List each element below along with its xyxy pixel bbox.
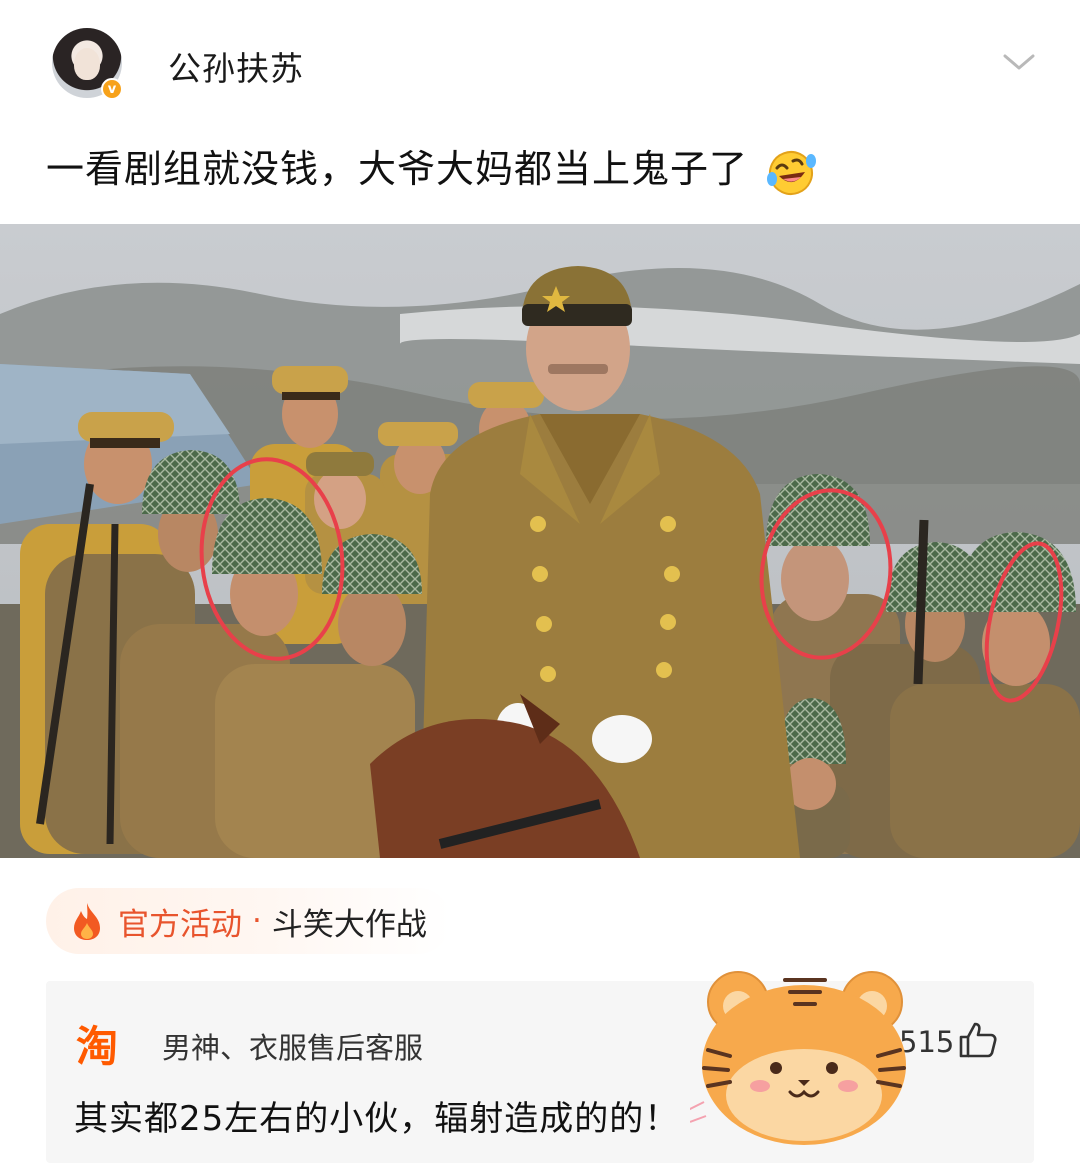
chevron-down-icon[interactable]: [1002, 50, 1036, 74]
laughing-emoji-icon: [767, 150, 817, 195]
comment-author[interactable]: 男神、衣服售后客服: [162, 1025, 423, 1067]
soldiers-photo: [0, 224, 1080, 858]
activity-label: 官方活动: [118, 906, 242, 943]
taobao-logo-icon: 淘: [76, 1022, 119, 1071]
activity-separator: ·: [252, 903, 262, 939]
username[interactable]: 公孙扶苏: [168, 42, 304, 90]
activity-name: 斗笑大作战: [271, 906, 427, 943]
verified-badge-icon: v: [101, 78, 123, 100]
comment-text: 其实都25左右的小伙，辐射造成的的！: [74, 1099, 680, 1139]
post-header: v 公孙扶苏: [0, 0, 1080, 130]
thumbs-up-icon[interactable]: [958, 1021, 998, 1059]
tiger-sticker-icon: [690, 971, 906, 1145]
avatar-face: [74, 48, 100, 80]
fire-icon: [74, 903, 100, 940]
post-image[interactable]: [0, 224, 1080, 858]
activity-tag[interactable]: 官方活动 · 斗笑大作战: [46, 888, 451, 954]
post-text-content: 一看剧组就没钱，大爷大妈都当上鬼子了: [46, 147, 749, 191]
post-text: 一看剧组就没钱，大爷大妈都当上鬼子了: [46, 138, 819, 196]
